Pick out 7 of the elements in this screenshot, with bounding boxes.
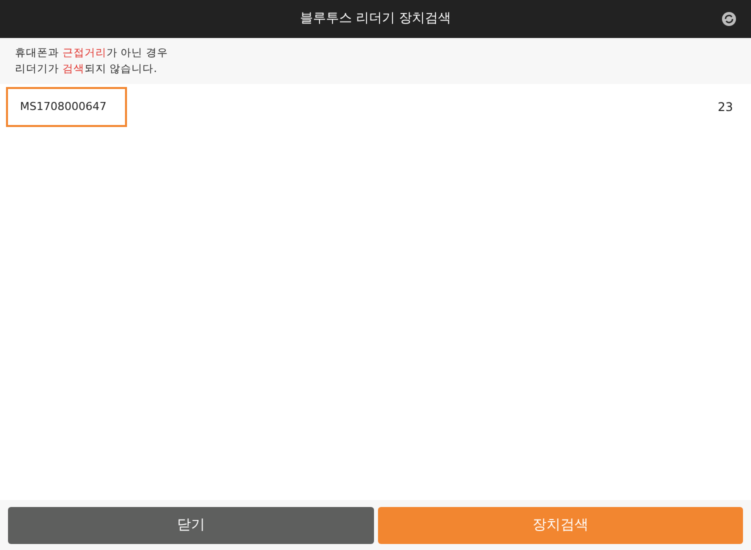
refresh-icon[interactable] — [722, 12, 736, 26]
device-name[interactable]: MS1708000647 — [6, 87, 127, 127]
signal-value: 23 — [718, 99, 733, 116]
close-button[interactable]: 닫기 — [8, 507, 374, 544]
window-title: 블루투스 리더기 장치검색 — [300, 10, 452, 28]
notice-text: 휴대폰과 근접거리 가 아닌 경우 — [15, 46, 168, 61]
notice-text: 리더기가 검색 되지 않습니다. — [15, 62, 158, 77]
